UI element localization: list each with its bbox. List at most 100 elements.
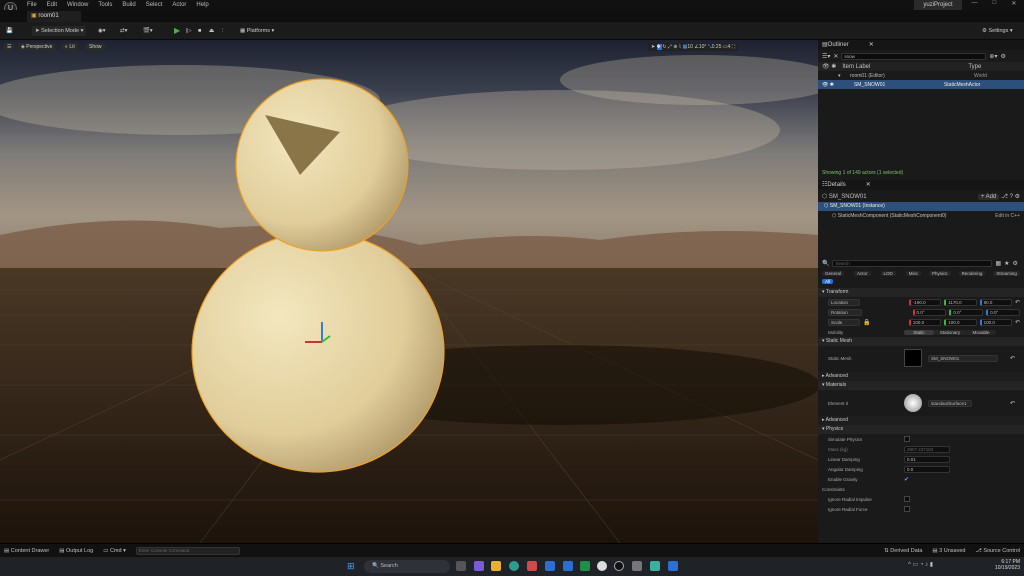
- excel-icon[interactable]: [580, 561, 590, 571]
- advanced-section[interactable]: ▸ Advanced: [818, 372, 1024, 381]
- location-z[interactable]: 90.0: [979, 298, 1012, 306]
- maximize-viewport-icon[interactable]: ⛶: [732, 44, 736, 50]
- teams-icon[interactable]: [474, 561, 484, 571]
- details-search-input[interactable]: Search: [832, 259, 993, 267]
- blueprint-icon[interactable]: ⇄▾: [120, 26, 127, 36]
- mobility-movable[interactable]: Movable: [966, 329, 996, 335]
- constraints-row[interactable]: Constraints: [818, 484, 1024, 494]
- word-icon[interactable]: [563, 561, 573, 571]
- material-sphere-thumbnail[interactable]: [904, 394, 922, 412]
- selection-mode-dropdown[interactable]: ➤ Selection Mode ▾: [32, 26, 87, 36]
- edit-in-cpp-link[interactable]: Edit in C++: [995, 213, 1020, 219]
- world-icon[interactable]: ⊕: [673, 44, 677, 50]
- source-control-button[interactable]: ⎇ Source Control: [975, 548, 1020, 554]
- menu-edit[interactable]: Edit: [47, 2, 57, 8]
- transform-section[interactable]: ▾ Transform: [818, 288, 1024, 297]
- cat-lod[interactable]: LOD: [880, 270, 896, 276]
- file-explorer-icon[interactable]: [491, 561, 501, 571]
- outlook-icon[interactable]: [545, 561, 555, 571]
- menu-build[interactable]: Build: [122, 2, 135, 8]
- save-icon[interactable]: 💾: [6, 26, 13, 36]
- add-component-button[interactable]: + Add: [977, 193, 1000, 200]
- eject-icon[interactable]: ⏏: [209, 26, 214, 36]
- rotation-z[interactable]: 0.0°: [986, 308, 1021, 316]
- console-input[interactable]: Enter Console Command: [135, 546, 240, 555]
- app-icon[interactable]: [632, 561, 642, 571]
- step-icon[interactable]: |▷: [186, 26, 192, 36]
- outliner-close-icon[interactable]: ✕: [869, 40, 874, 50]
- reset-mesh-icon[interactable]: ↶: [1010, 355, 1015, 362]
- cat-actor[interactable]: Actor: [854, 270, 871, 276]
- mesh-thumbnail[interactable]: [904, 349, 922, 367]
- expand-icon[interactable]: ▾: [822, 73, 850, 79]
- angular-damping-field[interactable]: 0.0: [904, 465, 950, 473]
- details-options-icon[interactable]: ⚙: [1013, 260, 1018, 267]
- ignore-radial-force-checkbox[interactable]: [904, 506, 910, 512]
- lock-scale-icon[interactable]: 🔒: [863, 319, 905, 326]
- add-content-icon[interactable]: ◉▾: [98, 26, 106, 36]
- chrome-icon[interactable]: [597, 561, 607, 571]
- gravity-checkbox-icon[interactable]: ✔: [904, 476, 909, 483]
- scale-y[interactable]: 100.0: [944, 318, 977, 326]
- cinematics-icon[interactable]: 🎬▾: [143, 26, 153, 36]
- scale-tool-icon[interactable]: ⤢: [668, 44, 672, 50]
- scale-dropdown[interactable]: Scale: [828, 318, 861, 326]
- simulate-physics-checkbox[interactable]: [904, 436, 910, 442]
- physics-section[interactable]: ▾ Physics: [818, 425, 1024, 434]
- maximize-icon[interactable]: □: [993, 0, 997, 10]
- windows-start-icon[interactable]: ⊞: [347, 561, 357, 571]
- reset-location-icon[interactable]: ↶: [1015, 299, 1020, 306]
- col-type[interactable]: Type: [968, 64, 981, 70]
- location-y[interactable]: 1170.0: [944, 298, 977, 306]
- linear-damping-field[interactable]: 0.01: [904, 455, 950, 463]
- rotate-tool-icon[interactable]: ↻: [662, 44, 666, 50]
- menu-help[interactable]: Help: [196, 2, 208, 8]
- mobility-stationary[interactable]: Stationary: [934, 329, 966, 335]
- details-title[interactable]: Details: [827, 180, 845, 190]
- scale-z[interactable]: 100.0: [979, 318, 1012, 326]
- camera-speed-value[interactable]: 4: [728, 44, 731, 50]
- material-dropdown[interactable]: standardSurface1: [928, 399, 972, 407]
- app-icon-3[interactable]: [668, 561, 678, 571]
- add-filter-icon[interactable]: ⊕▾: [989, 53, 997, 60]
- derived-data-button[interactable]: ⇅ Derived Data: [884, 548, 922, 554]
- scale-snap-value[interactable]: 0.25: [712, 44, 722, 50]
- cat-rendering[interactable]: Rendering: [958, 270, 986, 276]
- menu-tools[interactable]: Tools: [98, 2, 112, 8]
- tray-icons[interactable]: ^ ▭ ◔ ♪ ▮: [908, 561, 933, 568]
- clock[interactable]: 6:17 PM 10/19/2023: [988, 559, 1020, 571]
- clear-search-icon[interactable]: ✕: [833, 53, 838, 60]
- select-tool-icon[interactable]: ➤: [651, 44, 655, 50]
- location-dropdown[interactable]: Location: [828, 298, 861, 306]
- outliner-title[interactable]: Outliner: [828, 40, 849, 50]
- help-icon[interactable]: ?: [1010, 194, 1013, 200]
- perspective-button[interactable]: ◈ Perspective: [18, 43, 56, 51]
- surface-snap-icon[interactable]: ⌇: [679, 44, 681, 50]
- cat-misc[interactable]: Misc: [905, 270, 922, 276]
- menu-select[interactable]: Select: [146, 2, 163, 8]
- show-button[interactable]: Show: [86, 43, 105, 51]
- rotation-dropdown[interactable]: Rotation: [828, 308, 862, 316]
- details-instance-row[interactable]: ⬡ SM_SNOW01 (Instance): [818, 202, 1024, 211]
- taskbar-search[interactable]: 🔍 Search: [364, 560, 450, 573]
- platforms-dropdown[interactable]: ▦ Platforms ▾: [240, 26, 274, 36]
- col-item-label[interactable]: Item Label: [842, 64, 968, 70]
- ignore-radial-impulse-checkbox[interactable]: [904, 496, 910, 502]
- close-icon[interactable]: ✕: [1011, 0, 1016, 10]
- outliner-search-input[interactable]: snow: [841, 52, 987, 60]
- outliner-row-selected[interactable]: 👁 ✱ SM_SNOW01 StaticMeshActor: [818, 80, 1024, 89]
- cat-streaming[interactable]: Streaming: [993, 270, 1020, 276]
- static-mesh-section[interactable]: ▾ Static Mesh: [818, 337, 1024, 346]
- play-button[interactable]: ▶: [174, 26, 180, 36]
- menu-file[interactable]: File: [27, 2, 37, 8]
- reset-material-icon[interactable]: ↶: [1010, 400, 1015, 407]
- grid-view-icon[interactable]: ▦: [995, 260, 1001, 267]
- content-drawer-button[interactable]: ▤ Content Drawer: [4, 548, 49, 554]
- task-view-icon[interactable]: [456, 561, 466, 571]
- favorite-icon[interactable]: ★: [1004, 260, 1009, 267]
- filter-icon[interactable]: ☰▾: [822, 53, 830, 60]
- unreal-taskbar-icon[interactable]: [614, 561, 624, 571]
- store-icon[interactable]: [527, 561, 537, 571]
- advanced-section-2[interactable]: ▸ Advanced: [818, 416, 1024, 425]
- eye-icon[interactable]: 👁 ✱: [822, 82, 834, 88]
